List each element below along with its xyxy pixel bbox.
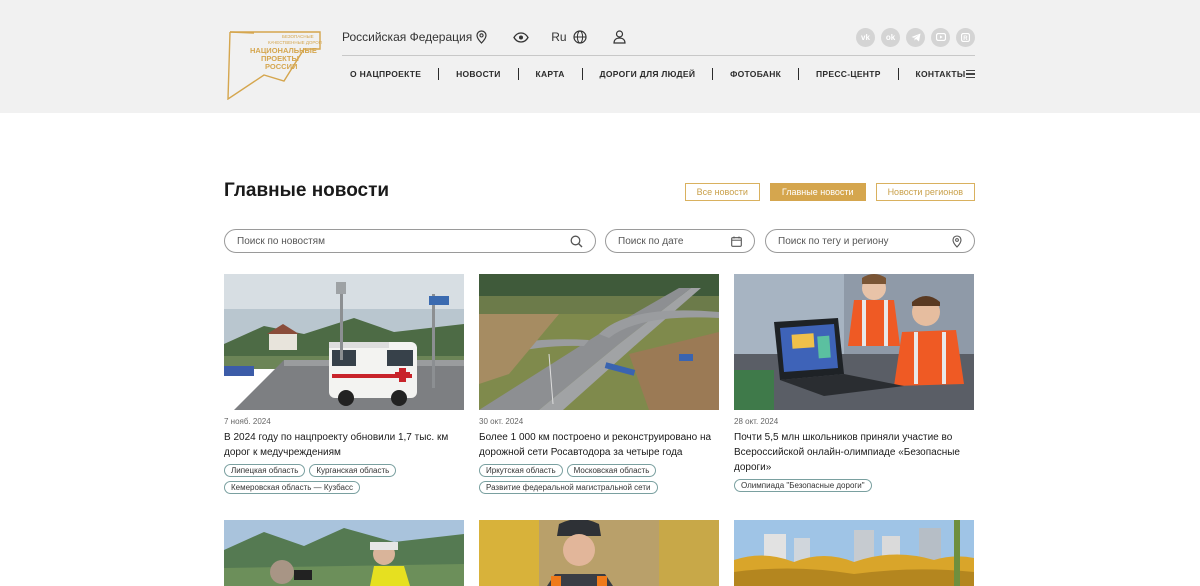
language-selector[interactable]: Ru — [551, 30, 587, 44]
calendar-icon[interactable] — [731, 236, 742, 247]
svg-text:БЕЗОПАСНЫЕ: БЕЗОПАСНЫЕ — [282, 34, 314, 39]
tag-chip[interactable]: Московская область — [566, 464, 657, 477]
tab-regional-news[interactable]: Новости регионов — [875, 183, 975, 201]
nav-separator — [438, 68, 440, 80]
accessibility-button[interactable] — [509, 31, 529, 43]
news-card[interactable] — [734, 520, 974, 586]
news-image-ambulance-road[interactable] — [224, 274, 464, 410]
menu-burger-icon[interactable] — [965, 69, 976, 79]
tag-chip[interactable]: Развитие федеральной магистральной сети — [479, 481, 658, 494]
youtube-icon[interactable] — [931, 27, 950, 47]
tag-region-search-field — [765, 229, 975, 253]
news-image-highway-aerial[interactable] — [479, 274, 719, 410]
svg-text:R: R — [963, 36, 968, 42]
nav-separator — [712, 68, 714, 80]
user-icon — [612, 30, 626, 44]
nav-item-photobank[interactable]: ФОТОБАНК — [730, 69, 781, 79]
tag-region-search-input[interactable] — [778, 235, 952, 247]
tag-chip[interactable]: Олимпиада "Безопасные дороги" — [734, 479, 872, 492]
news-search-field — [224, 229, 596, 253]
nav-item-contacts[interactable]: КОНТАКТЫ — [916, 69, 966, 79]
nav-separator — [581, 68, 583, 80]
tab-main-news[interactable]: Главные новости — [769, 183, 866, 201]
news-search-input[interactable] — [237, 235, 570, 247]
news-image-city-autumn[interactable] — [734, 520, 974, 586]
svg-text:РОССИИ: РОССИИ — [265, 62, 297, 71]
header-divider — [342, 55, 975, 56]
top-bar: Российская Федерация Ru vk ok R — [342, 26, 975, 48]
news-card[interactable]: 28 окт. 2024 Почти 5,5 млн школьников пр… — [734, 274, 974, 492]
telegram-icon[interactable] — [906, 27, 925, 47]
tag-chip[interactable]: Кемеровская область — Кузбасс — [224, 481, 360, 494]
news-title[interactable]: Почти 5,5 млн школьников приняли участие… — [734, 430, 974, 475]
news-image-kids-laptop[interactable] — [734, 274, 974, 410]
news-date: 28 окт. 2024 — [734, 417, 779, 426]
language-label: Ru — [551, 30, 567, 44]
location-pin-icon — [476, 30, 487, 44]
nav-item-about[interactable]: О НАЦПРОЕКТЕ — [350, 69, 421, 79]
tag-chip[interactable]: Липецкая область — [224, 464, 306, 477]
news-card[interactable] — [224, 520, 464, 586]
svg-text:КАЧЕСТВЕННЫЕ ДОРОГИ: КАЧЕСТВЕННЫЕ ДОРОГИ — [268, 40, 322, 45]
news-date: 30 окт. 2024 — [479, 417, 524, 426]
tag-chip[interactable]: Иркутская область — [479, 464, 563, 477]
main-nav: О НАЦПРОЕКТЕ НОВОСТИ КАРТА ДОРОГИ ДЛЯ ЛЮ… — [342, 64, 976, 84]
tab-all-news[interactable]: Все новости — [684, 183, 760, 201]
globe-icon — [572, 30, 587, 44]
news-card[interactable] — [479, 520, 719, 586]
news-tags: Липецкая область Курганская область Кеме… — [224, 464, 464, 494]
nav-item-press-center[interactable]: ПРЕСС-ЦЕНТР — [816, 69, 881, 79]
date-search-field — [605, 229, 755, 253]
date-search-input[interactable] — [618, 235, 731, 247]
nav-item-roads-for-people[interactable]: ДОРОГИ ДЛЯ ЛЮДЕЙ — [599, 69, 695, 79]
search-icon[interactable] — [570, 235, 583, 248]
search-row — [224, 229, 975, 253]
vk-icon[interactable]: vk — [856, 27, 875, 47]
odnoklassniki-icon[interactable]: ok — [881, 27, 900, 47]
news-tags: Олимпиада "Безопасные дороги" — [734, 479, 974, 492]
region-selector[interactable]: Российская Федерация — [342, 30, 487, 44]
news-image-mountain-people[interactable] — [224, 520, 464, 586]
page-title: Главные новости — [224, 180, 390, 201]
news-image-road-worker[interactable] — [479, 520, 719, 586]
news-title[interactable]: Более 1 000 км построено и реконструиров… — [479, 430, 719, 460]
news-date: 7 нояб. 2024 — [224, 417, 271, 426]
eye-icon — [513, 31, 529, 43]
news-filter-tabs: Все новости Главные новости Новости реги… — [684, 183, 975, 201]
site-header: БЕЗОПАСНЫЕ КАЧЕСТВЕННЫЕ ДОРОГИ НАЦИОНАЛЬ… — [0, 0, 1200, 113]
location-pin-icon[interactable] — [952, 234, 962, 248]
social-links: vk ok R — [856, 27, 975, 47]
nav-item-news[interactable]: НОВОСТИ — [456, 69, 501, 79]
news-card[interactable]: 30 окт. 2024 Более 1 000 км построено и … — [479, 274, 719, 494]
nav-separator — [897, 68, 899, 80]
nav-separator — [798, 68, 799, 80]
news-card[interactable]: 7 нояб. 2024 В 2024 году по нацпроекту о… — [224, 274, 464, 494]
rutube-icon[interactable]: R — [956, 27, 975, 47]
national-projects-logo[interactable]: БЕЗОПАСНЫЕ КАЧЕСТВЕННЫЕ ДОРОГИ НАЦИОНАЛЬ… — [224, 27, 322, 100]
news-tags: Иркутская область Московская область Раз… — [479, 464, 719, 494]
nav-separator — [517, 68, 519, 80]
news-title[interactable]: В 2024 году по нацпроекту обновили 1,7 т… — [224, 430, 464, 460]
tag-chip[interactable]: Курганская область — [309, 464, 397, 477]
nav-item-map[interactable]: КАРТА — [536, 69, 565, 79]
region-label: Российская Федерация — [342, 30, 473, 44]
account-button[interactable] — [609, 30, 626, 44]
